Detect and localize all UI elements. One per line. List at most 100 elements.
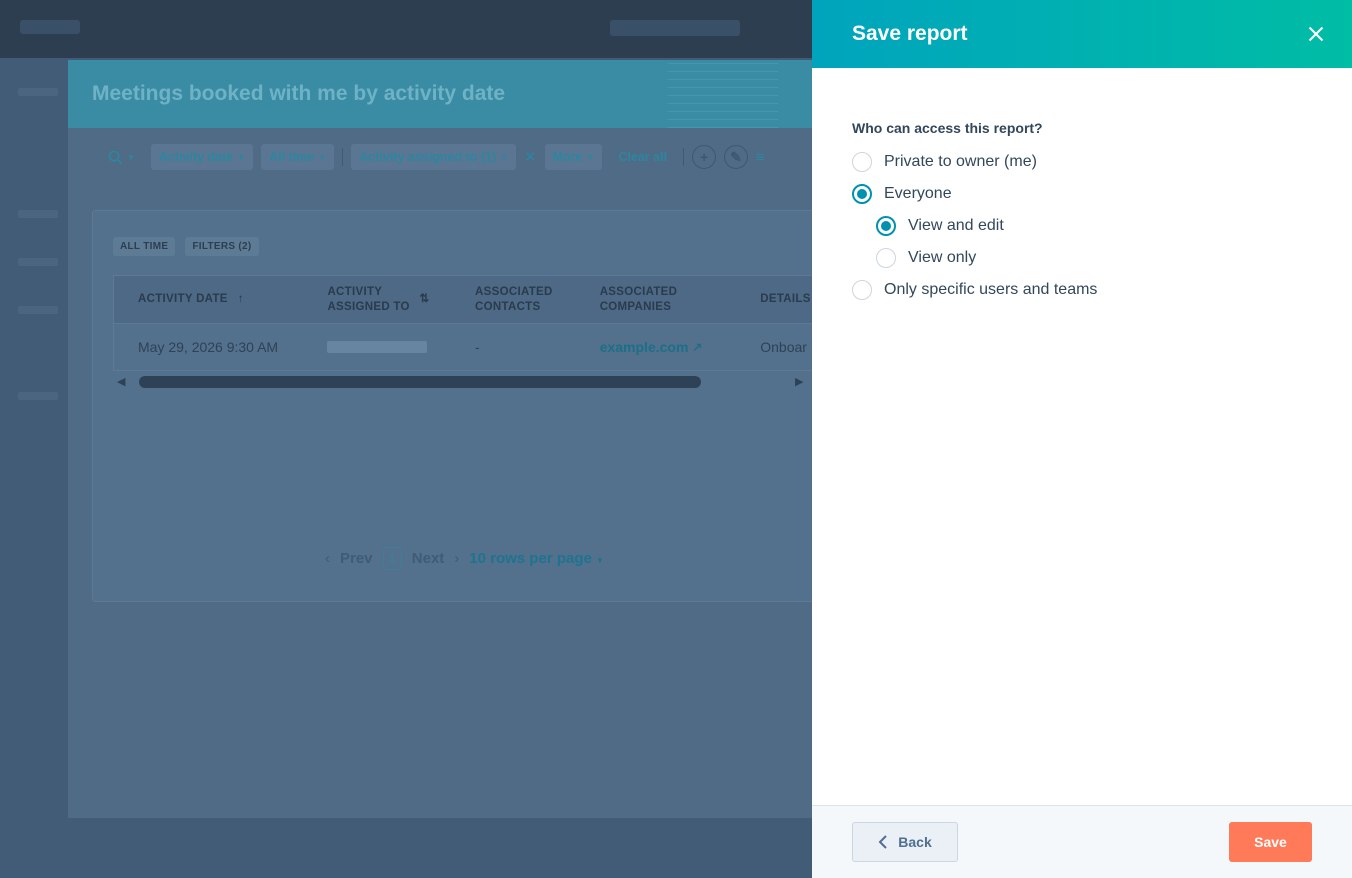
report-panel: ALL TIME FILTERS (2) ACTIVITY DATE ↑ ACT… (92, 210, 828, 602)
redacted-value (327, 341, 428, 353)
report-title: Meetings booked with me by activity date (92, 82, 506, 105)
cell-company[interactable]: example.com ↗ (576, 339, 737, 355)
sort-ascending-icon: ↑ (237, 293, 244, 306)
radio-button[interactable] (876, 248, 896, 268)
chevron-down-icon: ▼ (237, 152, 246, 162)
filter-bar: ▼ Activity date ▼ All time ▼ Activity as… (68, 128, 828, 186)
prev-button[interactable]: Prev (340, 550, 373, 567)
filter-label: Clear all (618, 150, 668, 164)
radio-specific-users[interactable]: Only specific users and teams (852, 274, 1312, 306)
search-filter-button[interactable]: ▼ (100, 144, 143, 171)
external-link-icon: ↗ (692, 340, 703, 354)
radio-label: View only (908, 249, 977, 266)
page-number[interactable]: 1 (382, 547, 402, 570)
more-filters-button[interactable]: More ▼ (544, 144, 603, 170)
filter-label: Activity assigned to (1) (359, 150, 497, 164)
scroll-left-icon[interactable]: ◀ (117, 375, 125, 388)
divider (342, 148, 344, 166)
close-button[interactable] (1304, 22, 1328, 46)
menu-icon[interactable]: ≡ (756, 149, 765, 166)
chevron-left-icon (878, 835, 887, 849)
chip-filters[interactable]: FILTERS (2) (185, 237, 259, 256)
company-link[interactable]: example.com (600, 339, 689, 355)
topbar-placeholder (610, 20, 740, 36)
radio-button[interactable] (852, 152, 872, 172)
sidebar-placeholder (18, 392, 58, 400)
radio-label: Private to owner (me) (884, 153, 1037, 170)
all-time-filter[interactable]: All time ▼ (261, 144, 335, 170)
report-modal: Meetings booked with me by activity date… (68, 60, 828, 818)
chevron-down-icon: ▼ (318, 152, 327, 162)
sidebar-placeholder (18, 210, 58, 218)
scroll-right-icon[interactable]: ▶ (795, 375, 803, 388)
panel-title: Save report (852, 22, 968, 45)
header-label: ACTIVITY DATE (138, 293, 228, 306)
save-button[interactable]: Save (1229, 822, 1312, 862)
activity-assigned-filter[interactable]: Activity assigned to (1) ▼ (351, 144, 517, 170)
cell-contacts: - (475, 339, 480, 355)
next-button[interactable]: Next (412, 550, 445, 567)
horizontal-scrollbar[interactable]: ◀ ▶ (113, 375, 813, 389)
column-header-activity-date[interactable]: ACTIVITY DATE ↑ (114, 276, 303, 323)
filter-chips: ALL TIME FILTERS (2) (113, 237, 259, 256)
radio-button-selected[interactable] (852, 184, 872, 204)
filter-label: All time (269, 150, 315, 164)
rows-per-page-dropdown[interactable]: 10 rows per page ▼ (469, 550, 604, 567)
chevron-down-icon: ▼ (500, 152, 509, 162)
chevron-down-icon: ▼ (596, 556, 604, 565)
topbar-placeholder (20, 20, 80, 34)
rows-per-page-label: 10 rows per page (469, 550, 592, 567)
header-label: DETAILS (760, 293, 811, 306)
sort-icon: ⇅ (419, 293, 430, 306)
column-header-contacts[interactable]: ASSOCIATED CONTACTS (451, 276, 576, 323)
chevron-left-icon: ‹ (325, 550, 330, 567)
filter-label: More (552, 150, 583, 164)
close-icon (1308, 26, 1324, 42)
background-topbar (0, 0, 812, 58)
header-label: ASSOCIATED CONTACTS (475, 286, 553, 313)
radio-button-selected[interactable] (876, 216, 896, 236)
activity-date-filter[interactable]: Activity date ▼ (150, 144, 254, 170)
header-label: ACTIVITY ASSIGNED TO (327, 286, 410, 313)
column-header-activity-assigned[interactable]: ACTIVITY ASSIGNED TO ⇅ (303, 276, 451, 323)
header-decoration (668, 60, 778, 128)
radio-view-and-edit[interactable]: View and edit (852, 210, 1312, 242)
remove-filter-icon[interactable]: ✕ (524, 148, 537, 166)
panel-footer: Back Save (812, 805, 1352, 878)
edit-icon[interactable]: ✎ (724, 145, 749, 169)
chevron-down-icon: ▼ (586, 152, 595, 162)
radio-everyone[interactable]: Everyone (852, 178, 1312, 210)
scrollbar-thumb[interactable] (139, 376, 701, 388)
column-header-companies[interactable]: ASSOCIATED COMPANIES (576, 276, 737, 323)
clear-all-button[interactable]: Clear all (610, 144, 675, 170)
chip-all-time[interactable]: ALL TIME (113, 237, 176, 256)
radio-label: Everyone (884, 185, 952, 202)
filter-label: Activity date (158, 150, 234, 164)
sidebar-placeholder (18, 258, 58, 266)
sidebar-placeholder (18, 88, 58, 96)
save-label: Save (1254, 834, 1287, 850)
access-question: Who can access this report? (852, 120, 1043, 136)
pagination: ‹ Prev 1 Next › 10 rows per page ▼ (325, 547, 604, 570)
radio-view-only[interactable]: View only (852, 242, 1312, 274)
table-header: ACTIVITY DATE ↑ ACTIVITY ASSIGNED TO ⇅ A… (114, 276, 828, 324)
chevron-down-icon: ▼ (127, 152, 135, 162)
header-label: ASSOCIATED COMPANIES (599, 286, 678, 313)
table-row[interactable]: May 29, 2026 9:30 AM - example.com ↗ Onb… (114, 324, 828, 370)
report-table: ACTIVITY DATE ↑ ACTIVITY ASSIGNED TO ⇅ A… (113, 275, 828, 371)
radio-button[interactable] (852, 280, 872, 300)
panel-body: Who can access this report? Private to o… (812, 68, 1352, 805)
add-icon[interactable]: + (692, 145, 717, 169)
cell-activity-assigned (303, 341, 451, 353)
back-label: Back (898, 834, 932, 850)
chevron-right-icon: › (454, 550, 460, 567)
sidebar-placeholder (18, 306, 58, 314)
divider (683, 148, 685, 166)
cell-activity-date: May 29, 2026 9:30 AM (138, 339, 279, 355)
report-modal-header: Meetings booked with me by activity date (68, 60, 828, 128)
search-icon (108, 150, 123, 164)
back-button[interactable]: Back (852, 822, 958, 862)
save-report-panel: Save report Who can access this report? … (812, 0, 1352, 878)
panel-header: Save report (812, 0, 1352, 68)
radio-private-to-owner[interactable]: Private to owner (me) (852, 146, 1312, 178)
